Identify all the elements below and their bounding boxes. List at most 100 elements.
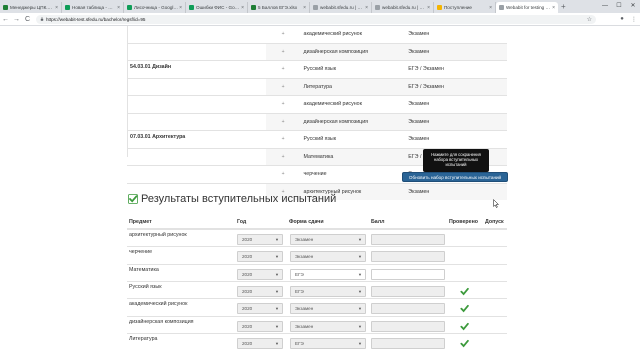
- browser-tab[interactable]: webabit.sfedu.ru | Пр... ×: [372, 2, 434, 13]
- score-input[interactable]: [371, 320, 445, 332]
- chevron-down-icon: ▼: [275, 271, 279, 277]
- score-input[interactable]: [371, 337, 445, 349]
- browser-tab[interactable]: 5 Баллов ЕГЭ.xlsx ×: [248, 2, 310, 13]
- close-tab-icon[interactable]: ×: [303, 5, 306, 11]
- close-tab-icon[interactable]: ×: [552, 5, 555, 11]
- chevron-down-icon: ▼: [275, 323, 279, 329]
- table-row: + академический рисунок Экзамен: [127, 26, 507, 43]
- verified-check-icon: [460, 305, 469, 313]
- forward-button[interactable]: →: [11, 16, 22, 23]
- subject-name: черчение: [300, 165, 406, 183]
- close-tab-icon[interactable]: ×: [179, 5, 182, 11]
- reload-button[interactable]: C: [22, 16, 33, 23]
- favicon-icon: [251, 5, 256, 10]
- form-select[interactable]: Экзамен ▼: [290, 251, 366, 263]
- add-subject-icon[interactable]: +: [265, 77, 301, 96]
- score-input[interactable]: [371, 268, 445, 280]
- tab-label: webabit.sfedu.ru | Пр...: [382, 5, 427, 10]
- update-exams-button[interactable]: Обновить набор вступительных испытаний: [402, 172, 508, 182]
- year-select[interactable]: 2020 ▼: [237, 320, 283, 332]
- year-select[interactable]: 2020 ▼: [237, 303, 283, 315]
- page-title: Результаты вступительных испытаний: [141, 193, 337, 205]
- form-select[interactable]: ЕГЭ ▼: [290, 337, 366, 349]
- favicon-icon: [313, 5, 318, 10]
- form-value: Экзамен: [295, 237, 314, 242]
- score-input[interactable]: [371, 285, 445, 297]
- result-subject: академический рисунок: [129, 301, 188, 308]
- subject-name: Математика: [300, 147, 406, 166]
- table-row: 07.03.01 Архитектура + Русский язык Экзамен: [127, 130, 507, 148]
- year-select[interactable]: 2020 ▼: [237, 285, 283, 297]
- add-subject-icon[interactable]: +: [265, 165, 301, 183]
- browser-tab[interactable]: Новая таблица - Goo... ×: [62, 2, 124, 13]
- verified-check-icon: [460, 339, 469, 348]
- lock-icon: [40, 17, 44, 21]
- subject-name: академический рисунок: [303, 31, 362, 38]
- add-subject-icon[interactable]: +: [265, 112, 301, 131]
- year-value: 2020: [242, 323, 253, 329]
- tab-label: Новая таблица - Goo...: [72, 5, 117, 10]
- score-input[interactable]: [371, 234, 445, 245]
- favicon-icon: [3, 5, 8, 10]
- close-tab-icon[interactable]: ×: [489, 5, 492, 11]
- add-subject-icon[interactable]: +: [265, 147, 301, 166]
- year-select[interactable]: 2020 ▼: [237, 251, 283, 263]
- favicon-icon: [375, 5, 380, 10]
- program-name: [127, 112, 266, 131]
- result-row: архитектурный рисунок 2020 ▼ Экзамен ▼: [127, 229, 507, 246]
- close-tab-icon[interactable]: ×: [241, 5, 244, 11]
- col-header-year: Год: [237, 219, 247, 225]
- close-tab-icon[interactable]: ×: [117, 5, 120, 11]
- row-divider: [127, 229, 507, 230]
- form-select[interactable]: ЕГЭ ▼: [290, 268, 366, 280]
- result-row: Русский язык 2020 ▼ ЕГЭ ▼: [127, 280, 507, 298]
- tooltip-line: испытаний: [445, 162, 467, 167]
- browser-tab[interactable]: webabit.sfedu.ru | Пр... ×: [310, 2, 372, 13]
- row-divider: [127, 298, 507, 300]
- year-select[interactable]: 2020 ▼: [237, 268, 283, 280]
- close-tab-icon[interactable]: ×: [55, 5, 58, 11]
- browser-tab[interactable]: Webabit for testing | ... ×: [496, 2, 558, 13]
- minimize-button[interactable]: —: [598, 0, 612, 13]
- profile-icon[interactable]: ●: [616, 16, 628, 22]
- back-button[interactable]: ←: [0, 16, 11, 23]
- program-name: 54.03.01 Дизайн: [127, 60, 266, 78]
- form-value: Экзамен: [295, 254, 314, 260]
- table-row: + дизайнерская композиция Экзамен: [127, 42, 507, 61]
- add-subject-icon[interactable]: +: [265, 130, 301, 148]
- browser-tab[interactable]: Ошибки ФИС - Goog... ×: [186, 2, 248, 13]
- col-header-admission: Допуск: [485, 219, 504, 225]
- subject-name: Русский язык: [300, 60, 406, 78]
- exam-form: Экзамен: [405, 95, 507, 113]
- add-subject-icon[interactable]: +: [266, 26, 301, 43]
- score-input[interactable]: [371, 303, 445, 315]
- close-window-button[interactable]: ✕: [626, 0, 640, 13]
- chevron-down-icon: ▼: [275, 254, 279, 260]
- exam-form: Экзамен: [405, 182, 507, 200]
- address-bar[interactable]: https://webabit-test.sfedu.ru/bachelor/r…: [36, 14, 596, 24]
- maximize-button[interactable]: ☐: [612, 0, 626, 13]
- form-select[interactable]: Экзамен ▼: [290, 303, 366, 315]
- browser-tab[interactable]: Менеджеры ЦПК.xlsx ×: [0, 2, 62, 13]
- form-select[interactable]: Экзамен ▼: [290, 320, 366, 332]
- year-value: 2020: [242, 340, 253, 346]
- tab-label: 5 Баллов ЕГЭ.xlsx: [258, 5, 298, 10]
- score-input[interactable]: [371, 251, 445, 263]
- close-tab-icon[interactable]: ×: [365, 5, 368, 11]
- new-tab-button[interactable]: +: [558, 2, 569, 13]
- add-subject-icon[interactable]: +: [265, 60, 301, 78]
- save-tooltip: Нажмите для сохранения набора вступитель…: [423, 149, 489, 175]
- form-select[interactable]: Экзамен ▼: [290, 234, 366, 245]
- browser-tab[interactable]: Лисочница - Google... ×: [124, 2, 186, 13]
- add-subject-icon[interactable]: +: [265, 95, 301, 113]
- year-select[interactable]: 2020 ▼: [237, 234, 283, 245]
- add-subject-icon[interactable]: +: [265, 42, 301, 61]
- program-name: [127, 147, 266, 166]
- form-value: ЕГЭ: [295, 340, 304, 346]
- browser-tab[interactable]: Поступление ×: [434, 2, 496, 13]
- menu-icon[interactable]: ⋮: [628, 16, 640, 23]
- bookmark-star-icon[interactable]: ☆: [587, 16, 592, 23]
- year-select[interactable]: 2020 ▼: [237, 337, 283, 349]
- form-select[interactable]: ЕГЭ ▼: [290, 285, 366, 297]
- close-tab-icon[interactable]: ×: [427, 5, 430, 11]
